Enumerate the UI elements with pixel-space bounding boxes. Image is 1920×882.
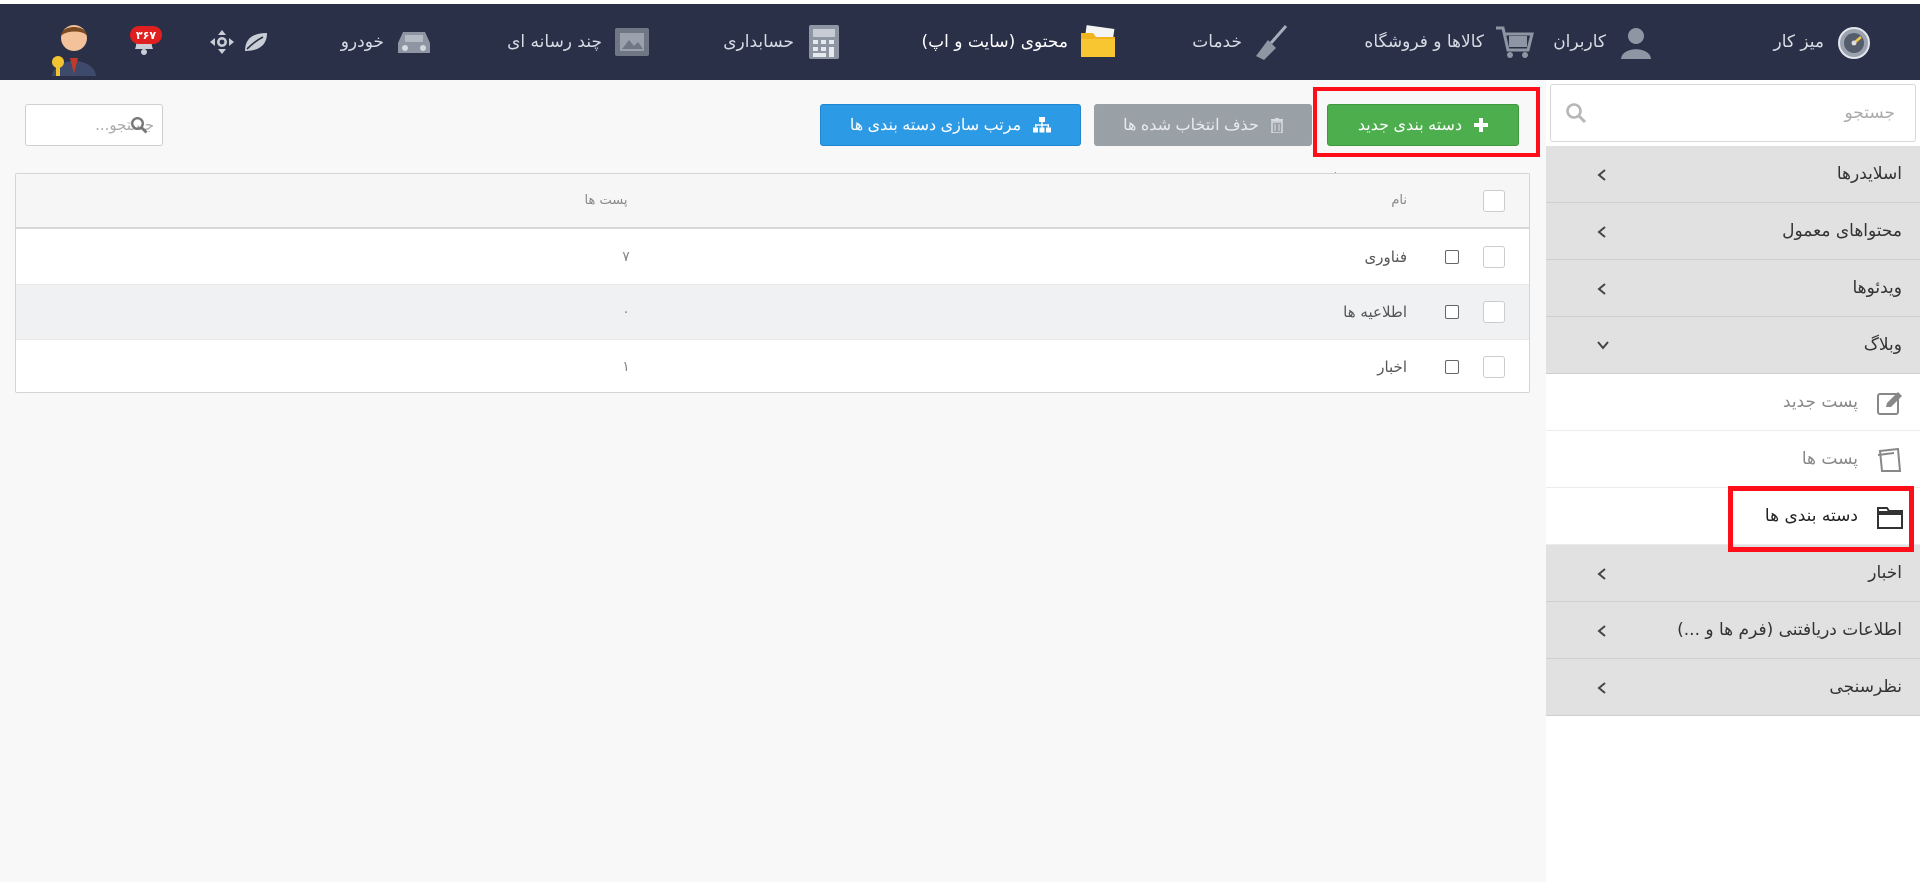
nav-item-services[interactable]: خدمات: [1192, 4, 1292, 80]
nav-item-multimedia[interactable]: چند رسانه ای: [507, 4, 652, 80]
sidebar-item-new-post[interactable]: پست جدید: [1546, 374, 1920, 431]
sidebar-item-label: دسته بندی ها: [1764, 506, 1858, 526]
sidebar-section-label: اطلاعات دریافتنی (فرم ها و ...): [1677, 620, 1902, 640]
post-count: ۰: [622, 304, 630, 320]
plus-icon: [1474, 118, 1489, 132]
post-count: ۷: [622, 249, 630, 265]
new-category-label: دسته بندی جدید: [1357, 117, 1463, 134]
post-count: ۱: [622, 359, 630, 375]
table-row[interactable]: اطلاعیه ها ۰: [16, 285, 1529, 340]
sidebar-section-label: محتواهای معمول: [1782, 221, 1902, 241]
chevron-left-icon: [1596, 225, 1608, 239]
nav-label: کالاها و فروشگاه: [1364, 32, 1484, 52]
sitemap-icon: [1033, 117, 1052, 133]
row-select-checkbox[interactable]: [1483, 356, 1505, 378]
sidebar-item-label: پست جدید: [1782, 392, 1858, 412]
sidebar-item-categories[interactable]: دسته بندی ها: [1546, 488, 1920, 545]
sidebar-section-label: وبلاگ: [1863, 335, 1902, 355]
sidebar-section-received-info[interactable]: اطلاعات دریافتنی (فرم ها و ...): [1546, 602, 1920, 659]
row-checkbox[interactable]: [1445, 305, 1459, 319]
speedometer-icon: [1834, 22, 1874, 62]
calculator-icon: [804, 22, 844, 62]
sidebar-section-label: اخبار: [1868, 563, 1902, 583]
sidebar-search-input[interactable]: [1597, 85, 1897, 141]
pages-icon: [1876, 447, 1904, 473]
chevron-left-icon: [1596, 168, 1608, 182]
row-select-checkbox[interactable]: [1483, 246, 1505, 268]
nav-item-desk[interactable]: میز کار: [1773, 4, 1874, 80]
chevron-left-icon: [1596, 624, 1608, 638]
top-navigation-bar: میز کار کاربران کالاها و فروشگاه خدمات م…: [0, 0, 1920, 80]
sidebar-section-common-content[interactable]: محتواهای معمول: [1546, 203, 1920, 260]
chevron-left-icon: [1596, 282, 1608, 296]
column-header-name[interactable]: نام: [1391, 174, 1407, 228]
table-header-row: نام پست ها: [16, 174, 1529, 229]
row-checkbox[interactable]: [1445, 250, 1459, 264]
nav-label: کاربران: [1553, 32, 1606, 52]
chevron-left-icon: [1596, 681, 1608, 695]
categories-table: نام پست ها فناوری ۷ اطلاعیه ها ۰ اخبار ۱: [15, 173, 1530, 393]
sort-categories-label: مرتب سازی دسته بندی ها: [849, 117, 1022, 134]
category-name[interactable]: اخبار: [1377, 340, 1407, 394]
row-checkbox[interactable]: [1445, 360, 1459, 374]
edit-icon: [1876, 390, 1904, 416]
category-name[interactable]: اطلاعیه ها: [1343, 285, 1407, 339]
new-category-button[interactable]: دسته بندی جدید: [1327, 104, 1519, 146]
nav-item-car[interactable]: خودرو: [341, 4, 434, 80]
notification-badge: ۳۶۷: [130, 26, 162, 44]
sidebar-section-label: اسلایدرها: [1836, 164, 1902, 184]
nav-label: حسابداری: [723, 32, 794, 52]
sidebar: اسلایدرها محتواهای معمول ویدئوها وبلاگ پ…: [1546, 80, 1920, 882]
user-icon: [1616, 22, 1656, 62]
category-name[interactable]: فناوری: [1365, 230, 1408, 284]
leaf-icon[interactable]: [240, 26, 272, 58]
trash-icon: [1270, 117, 1283, 133]
table-search: [25, 104, 163, 146]
cart-icon: [1494, 22, 1534, 62]
nav-item-shop[interactable]: کالاها و فروشگاه: [1364, 4, 1534, 80]
table-row[interactable]: اخبار ۱: [16, 340, 1529, 395]
move-icon[interactable]: [206, 26, 238, 58]
chevron-left-icon: [1596, 567, 1608, 581]
folder-icon: [1078, 22, 1118, 62]
nav-item-accounting[interactable]: حسابداری: [723, 4, 844, 80]
sort-categories-button[interactable]: مرتب سازی دسته بندی ها: [820, 104, 1081, 146]
delete-selected-label: حذف انتخاب شده ها: [1123, 117, 1259, 134]
nav-label: خدمات: [1192, 32, 1242, 52]
nav-label: خودرو: [340, 32, 384, 52]
sidebar-section-news[interactable]: اخبار: [1546, 545, 1920, 602]
nav-item-content[interactable]: محتوی (سایت و اپ): [921, 4, 1118, 80]
table-row[interactable]: فناوری ۷: [16, 230, 1529, 285]
sidebar-section-survey[interactable]: نظرسنجی: [1546, 659, 1920, 716]
column-header-posts[interactable]: پست ها: [576, 174, 636, 228]
nav-item-users[interactable]: کاربران: [1553, 4, 1656, 80]
chevron-down-icon: [1596, 339, 1610, 351]
row-select-checkbox[interactable]: [1483, 301, 1505, 323]
search-icon[interactable]: [130, 116, 148, 134]
folder-icon: [1876, 504, 1904, 530]
sidebar-section-sliders[interactable]: اسلایدرها: [1546, 146, 1920, 203]
search-icon[interactable]: [1565, 102, 1587, 124]
sidebar-section-videos[interactable]: ویدئوها: [1546, 260, 1920, 317]
delete-selected-button[interactable]: حذف انتخاب شده ها: [1094, 104, 1312, 146]
sidebar-search: [1550, 84, 1916, 142]
sidebar-section-blog[interactable]: وبلاگ: [1546, 317, 1920, 374]
nav-label: میز کار: [1773, 32, 1824, 52]
select-all-checkbox[interactable]: [1483, 190, 1505, 212]
nav-label: محتوی (سایت و اپ): [921, 32, 1068, 52]
car-icon: [394, 22, 434, 62]
nav-label: چند رسانه ای: [507, 32, 602, 52]
sidebar-section-label: نظرسنجی: [1829, 677, 1902, 697]
sidebar-item-label: پست ها: [1801, 449, 1858, 469]
media-icon: [612, 22, 652, 62]
user-avatar[interactable]: [46, 16, 102, 76]
sidebar-section-label: ویدئوها: [1852, 278, 1902, 298]
sidebar-item-posts[interactable]: پست ها: [1546, 431, 1920, 488]
broom-icon: [1252, 22, 1292, 62]
